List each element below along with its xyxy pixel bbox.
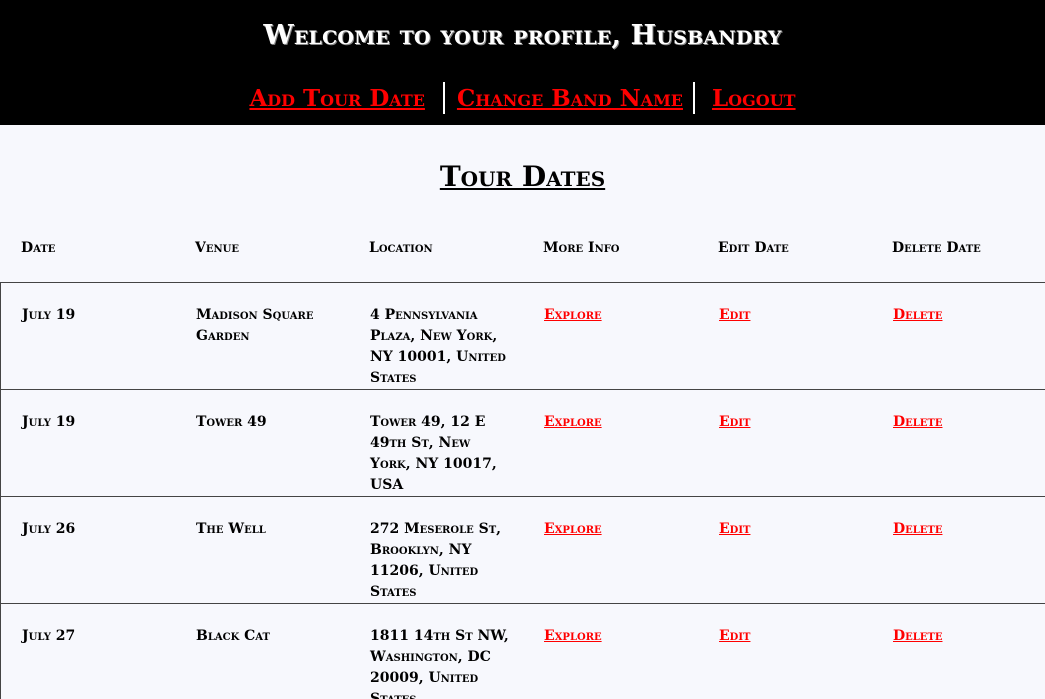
nav-divider — [692, 82, 695, 114]
column-header-venue: Venue — [195, 240, 239, 256]
row-location: Tower 49, 12 E 49th St, New York, NY 100… — [370, 414, 497, 493]
row-venue: The Well — [196, 521, 266, 537]
page-title: Tour Dates — [439, 160, 606, 193]
explore-link[interactable]: Explore — [544, 412, 602, 433]
edit-link[interactable]: Edit — [719, 305, 750, 326]
table-row: July 19 Madison Square Garden 4 Pennsylv… — [0, 282, 1045, 389]
row-date: July 19 — [22, 307, 76, 323]
column-header-delete-date: Delete Date — [892, 240, 981, 256]
table-row: July 26 The Well 272 Meserole St, Brookl… — [0, 496, 1045, 603]
logout-link[interactable]: Logout — [712, 85, 796, 112]
add-tour-date-link[interactable]: Add Tour Date — [249, 85, 425, 112]
row-location: 272 Meserole St, Brooklyn, NY 11206, Uni… — [370, 521, 502, 600]
edit-link[interactable]: Edit — [719, 519, 750, 540]
row-location: 4 Pennsylvania Plaza, New York, NY 10001… — [370, 307, 506, 386]
column-header-more-info: More Info — [543, 240, 620, 256]
row-location: 1811 14th St NW, Washington, DC 20009, U… — [370, 628, 509, 699]
table-row: July 27 Black Cat 1811 14th St NW, Washi… — [0, 603, 1045, 699]
row-venue: Tower 49 — [196, 414, 267, 430]
row-date: July 27 — [22, 628, 76, 644]
explore-link[interactable]: Explore — [544, 305, 602, 326]
delete-link[interactable]: Delete — [893, 519, 942, 540]
edit-link[interactable]: Edit — [719, 626, 750, 647]
explore-link[interactable]: Explore — [544, 519, 602, 540]
column-header-location: Location — [369, 240, 433, 256]
column-header-edit-date: Edit Date — [718, 240, 789, 256]
explore-link[interactable]: Explore — [544, 626, 602, 647]
nav-divider — [442, 82, 445, 114]
table-row: July 19 Tower 49 Tower 49, 12 E 49th St,… — [0, 389, 1045, 496]
delete-link[interactable]: Delete — [893, 305, 942, 326]
change-band-name-link[interactable]: Change Band Name — [457, 85, 683, 112]
delete-link[interactable]: Delete — [893, 626, 942, 647]
edit-link[interactable]: Edit — [719, 412, 750, 433]
header-nav: Add Tour Date Change Band Name Logout — [0, 82, 1045, 114]
welcome-heading: Welcome to your profile, Husbandry — [263, 20, 782, 51]
row-venue: Madison Square Garden — [196, 307, 314, 344]
profile-header: Welcome to your profile, Husbandry Add T… — [0, 0, 1045, 125]
delete-link[interactable]: Delete — [893, 412, 942, 433]
row-date: July 19 — [22, 414, 76, 430]
column-header-date: Date — [21, 240, 56, 256]
row-venue: Black Cat — [196, 628, 270, 644]
row-date: July 26 — [22, 521, 76, 537]
